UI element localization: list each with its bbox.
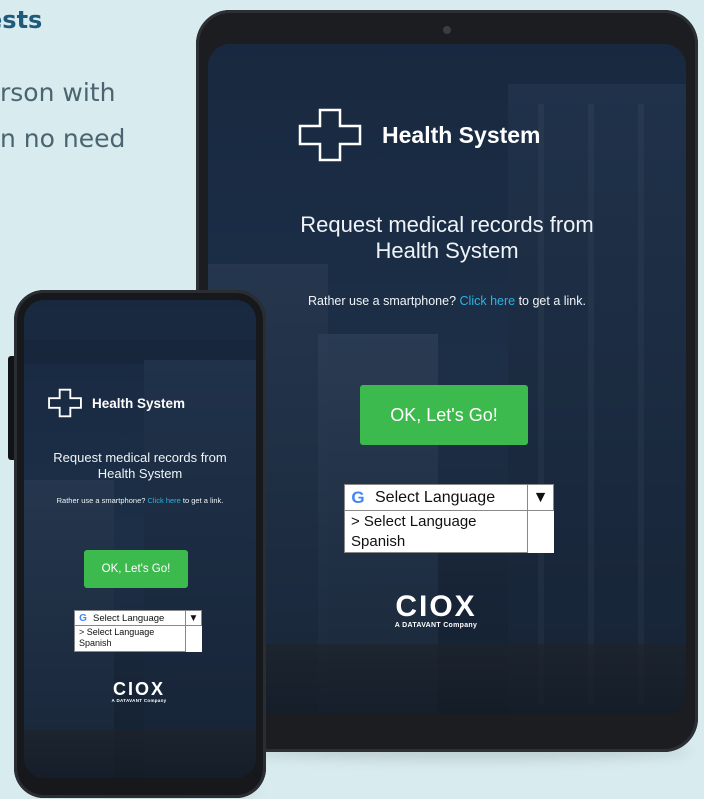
tablet-language-select-box[interactable]: G Select Language ▼ <box>344 484 554 511</box>
tablet-language-option[interactable]: Spanish <box>351 532 521 552</box>
phone-smartphone-text: Rather use a smartphone? Click here to g… <box>56 496 224 505</box>
background-copy: ests rson with n no need <box>0 0 200 200</box>
tablet-brand: Health System <box>298 108 541 162</box>
tablet-screen: Health System Request medical records fr… <box>208 44 686 714</box>
tablet-camera <box>443 26 451 34</box>
phone-language-option[interactable]: Spanish <box>79 638 181 649</box>
google-g-icon: G <box>79 612 87 624</box>
background-heading: ests <box>0 6 43 34</box>
triangle-down-icon[interactable]: ▼ <box>185 611 201 625</box>
phone-brand: Health System <box>48 388 185 418</box>
tablet-device: Health System Request medical records fr… <box>196 10 698 752</box>
background-line-1: rson with <box>0 78 116 107</box>
phone-click-here-link[interactable]: Click here <box>148 496 181 505</box>
tablet-ciox-logo: CIOX A DATAVANT Company <box>394 590 478 630</box>
tablet-click-here-link[interactable]: Click here <box>460 294 516 308</box>
phone-screen: Health System Request medical records fr… <box>24 300 256 778</box>
tablet-headline: Request medical records from Health Syst… <box>300 212 594 264</box>
phone-ok-lets-go-button[interactable]: OK, Let's Go! <box>84 550 188 588</box>
google-g-icon: G <box>351 487 365 507</box>
tablet-ok-lets-go-button[interactable]: OK, Let's Go! <box>360 385 528 445</box>
phone-language-select[interactable]: G Select Language ▼ > Select Language Sp… <box>74 610 202 652</box>
phone-device: Health System Request medical records fr… <box>14 290 266 798</box>
phone-content: Health System Request medical records fr… <box>24 300 256 778</box>
medical-cross-outline-icon <box>48 388 82 418</box>
medical-cross-outline-icon <box>298 108 362 162</box>
tablet-language-select[interactable]: G Select Language ▼ > Select Language Sp… <box>344 484 554 553</box>
phone-brand-name: Health System <box>92 395 186 411</box>
phone-language-option[interactable]: > Select Language <box>79 627 181 638</box>
tablet-smartphone-text: Rather use a smartphone? Click here to g… <box>308 294 586 308</box>
triangle-down-icon[interactable]: ▼ <box>527 485 553 510</box>
phone-language-select-box[interactable]: G Select Language ▼ <box>74 610 202 626</box>
phone-language-selected: Select Language <box>93 612 165 624</box>
tablet-language-selected: Select Language <box>375 488 496 506</box>
tablet-language-options: > Select Language Spanish <box>344 511 528 553</box>
tablet-language-option[interactable]: > Select Language <box>351 512 521 532</box>
phone-language-options: > Select Language Spanish <box>74 626 186 652</box>
tablet-content: Health System Request medical records fr… <box>208 44 686 714</box>
background-line-2: n no need <box>0 124 126 153</box>
tablet-brand-name: Health System <box>382 121 541 148</box>
phone-headline: Request medical records from Health Syst… <box>53 450 227 481</box>
phone-ciox-logo: CIOX A DATAVANT Company <box>111 679 167 703</box>
